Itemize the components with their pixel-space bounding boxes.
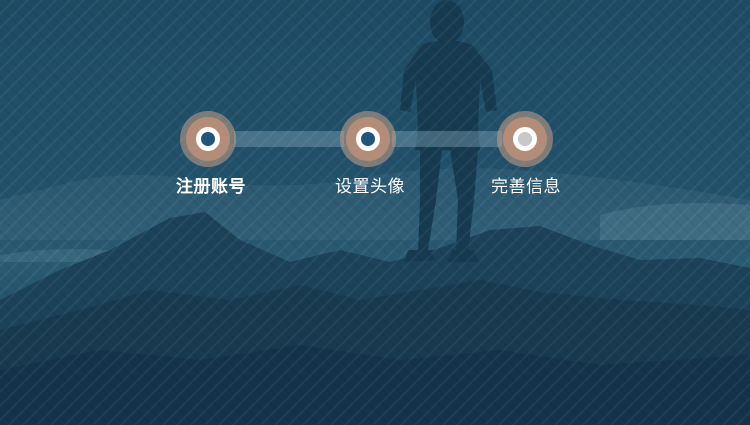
step-connector-1 bbox=[234, 131, 344, 147]
step-1-label: 注册账号 bbox=[176, 177, 246, 197]
step-3-label: 完善信息 bbox=[491, 177, 561, 197]
step-dot-active bbox=[201, 132, 215, 146]
step-dot-active bbox=[361, 132, 375, 146]
step-2-indicator[interactable] bbox=[340, 111, 396, 167]
step-dot-inactive bbox=[518, 132, 532, 146]
progress-steps: 注册账号 设置头像 完善信息 bbox=[0, 0, 750, 425]
step-2-label: 设置头像 bbox=[335, 177, 405, 197]
step-3-indicator[interactable] bbox=[497, 111, 553, 167]
step-1-indicator[interactable] bbox=[180, 111, 236, 167]
step-connector-2 bbox=[392, 131, 502, 147]
registration-wizard: 注册账号 设置头像 完善信息 bbox=[0, 0, 750, 425]
